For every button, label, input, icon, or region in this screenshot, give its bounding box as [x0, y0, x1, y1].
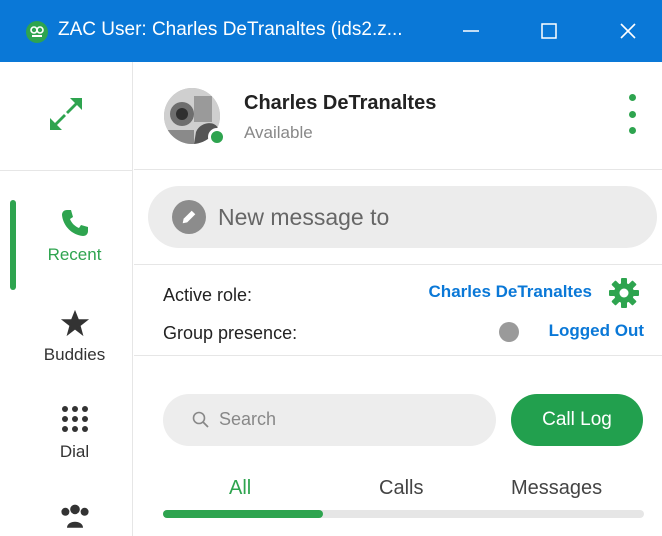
close-icon: [620, 23, 636, 39]
rail-divider: [0, 170, 133, 171]
nav-buddies-label: Buddies: [43, 345, 106, 364]
presence-indicator: [208, 128, 226, 146]
profile-status: Available: [244, 123, 313, 142]
zac-app-icon: [26, 21, 48, 43]
nav-buddies[interactable]: Buddies: [16, 307, 133, 365]
kebab-dot: [628, 127, 636, 134]
nav-recent-label: Recent: [47, 245, 102, 264]
tab-calls[interactable]: Calls: [379, 477, 423, 500]
nav-group[interactable]: [16, 499, 133, 531]
new-message-placeholder: New message to: [218, 204, 390, 230]
group-presence-link[interactable]: Logged Out: [549, 321, 644, 341]
role-panel: Active role: Charles DeTranaltes Group p…: [134, 264, 662, 356]
minimize-button[interactable]: [436, 0, 506, 62]
minimize-icon: [463, 30, 479, 32]
profile-header: Charles DeTranaltes Available: [134, 62, 662, 170]
active-role-link[interactable]: Charles DeTranaltes: [429, 282, 592, 302]
profile-name: Charles DeTranaltes: [244, 92, 437, 114]
close-button[interactable]: [594, 0, 662, 62]
group-presence-label: Group presence:: [163, 323, 298, 343]
left-rail: Recent Buddies Dial: [0, 62, 133, 536]
call-log-button[interactable]: Call Log: [511, 394, 643, 446]
maximize-button[interactable]: [514, 0, 584, 62]
tab-all[interactable]: All: [229, 477, 251, 500]
tab-messages[interactable]: Messages: [511, 477, 602, 500]
search-input[interactable]: Search: [163, 394, 496, 446]
nav-recent[interactable]: Recent: [16, 207, 133, 265]
nav-dial[interactable]: Dial: [16, 404, 133, 462]
nav-dial-label: Dial: [59, 442, 90, 461]
search-icon: [192, 411, 209, 428]
title-bar[interactable]: ZAC User: Charles DeTranaltes (ids2.z...: [0, 0, 662, 62]
active-tab-indicator: [163, 510, 323, 518]
logged-out-status-dot: [499, 322, 519, 342]
star-icon: [59, 307, 91, 339]
group-icon: [59, 499, 91, 531]
pencil-icon: [172, 200, 206, 234]
active-role-label: Active role:: [163, 285, 253, 305]
kebab-dot: [628, 94, 636, 101]
dialpad-icon: [59, 404, 91, 436]
gear-icon[interactable]: [608, 277, 640, 309]
more-options-button[interactable]: [622, 94, 642, 134]
search-placeholder: Search: [219, 409, 277, 429]
expand-button[interactable]: [46, 94, 86, 134]
new-message-field[interactable]: New message to: [148, 186, 657, 248]
maximize-icon: [541, 23, 557, 39]
phone-icon: [59, 207, 91, 239]
window-title: ZAC User: Charles DeTranaltes (ids2.z...: [58, 19, 403, 40]
kebab-dot: [628, 110, 636, 118]
expand-arrows-icon: [50, 98, 82, 130]
